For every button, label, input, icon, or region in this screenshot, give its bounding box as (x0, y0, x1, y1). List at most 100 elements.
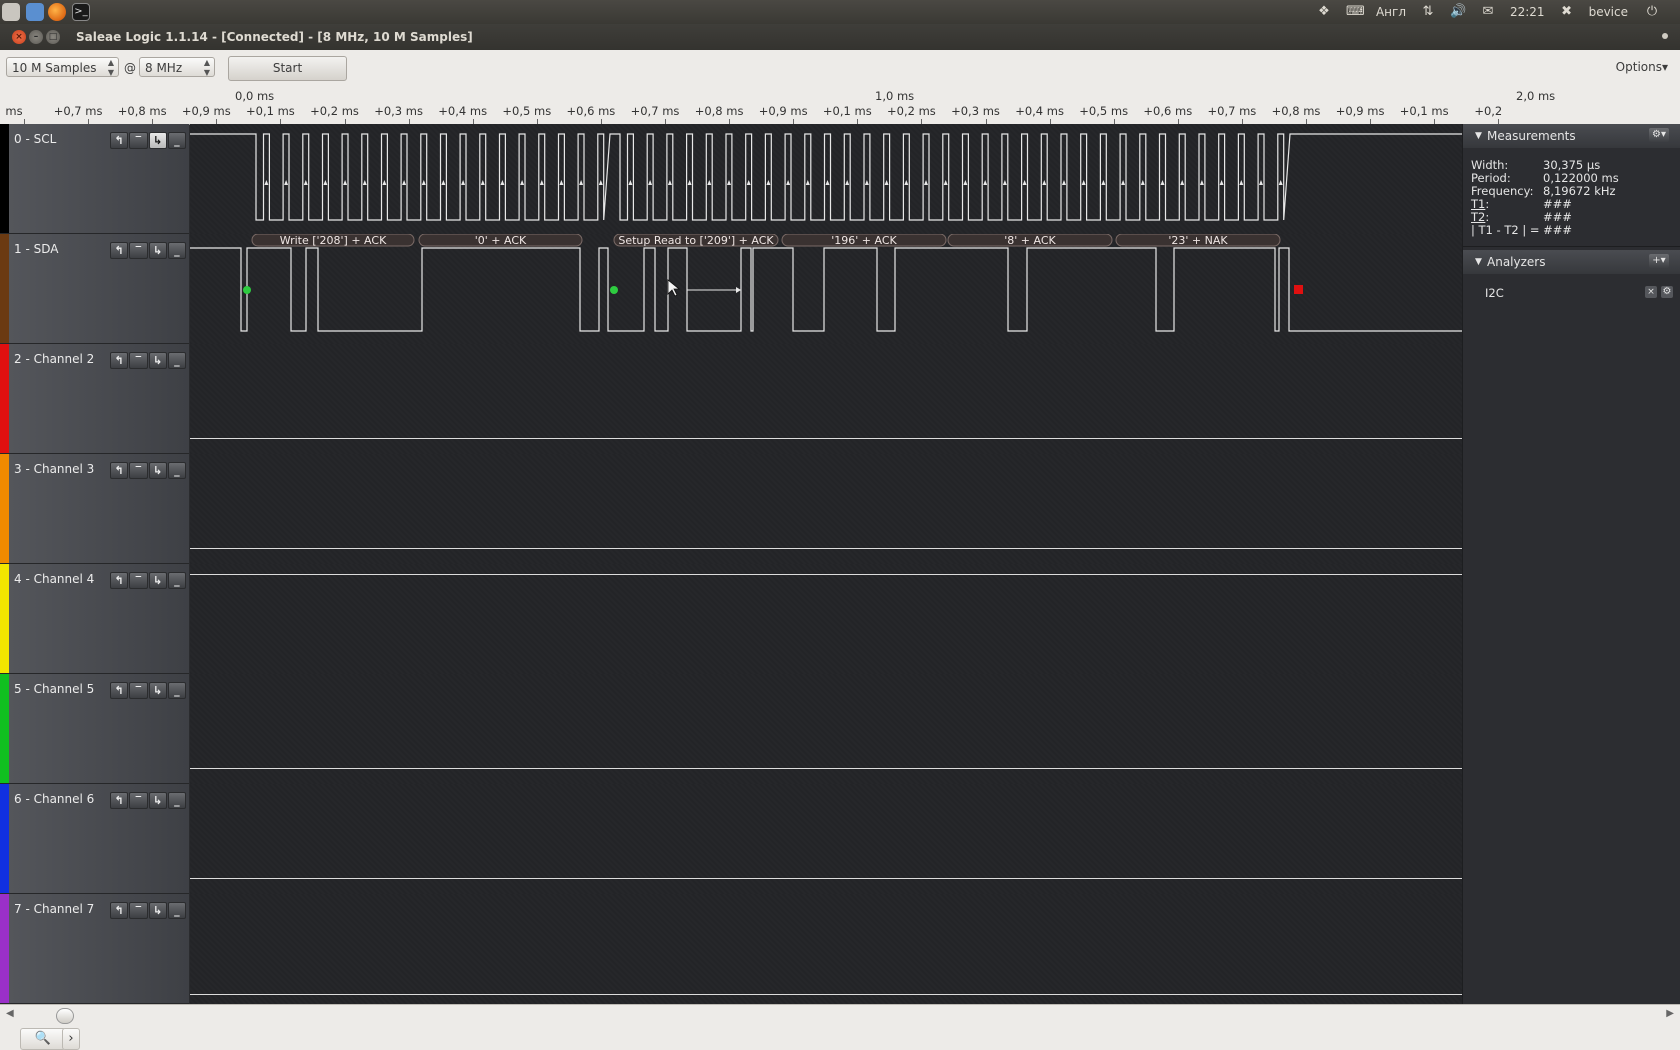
waveform-channel-2[interactable] (190, 344, 1462, 455)
trigger-rising-button[interactable]: ↰ (110, 242, 129, 259)
ruler-tick-label: +0,7 ms (53, 104, 103, 118)
trigger-rising-button[interactable]: ↰ (110, 352, 129, 369)
t1-link[interactable]: T1 (1471, 197, 1485, 211)
trigger-high-button[interactable]: ‾ (129, 132, 148, 149)
analyzer-i2c-label[interactable]: I2C (1485, 286, 1504, 300)
waveform-scl[interactable] (190, 124, 1462, 235)
volume-icon[interactable]: 🔊 (1450, 5, 1466, 19)
trigger-rising-button[interactable]: ↰ (110, 132, 129, 149)
clock-sample-marker (628, 180, 633, 185)
trigger-rising-button[interactable]: ↰ (110, 902, 129, 919)
clock-sample-marker (727, 180, 731, 185)
trigger-rising-button[interactable]: ↰ (110, 462, 129, 479)
channel-label[interactable]: 7 - Channel 7 ↰ ‾ ↳ _ (0, 894, 189, 1004)
user-name[interactable]: bevice (1589, 5, 1628, 19)
measurements-header[interactable]: ▼ Measurements ⚙▾ (1463, 124, 1680, 148)
trigger-low-button[interactable]: _ (167, 902, 186, 919)
start-button[interactable]: Start (228, 56, 347, 81)
terminal-icon[interactable]: >_ (72, 3, 90, 21)
gear-icon[interactable]: ⚙ (1661, 286, 1673, 298)
channel-label[interactable]: 5 - Channel 5 ↰ ‾ ↳ _ (0, 674, 189, 784)
trigger-low-button[interactable]: _ (167, 462, 186, 479)
trigger-falling-button[interactable]: ↳ (148, 572, 167, 589)
trigger-high-button[interactable]: ‾ (129, 682, 148, 699)
ruler-major-label: 0,0 ms (235, 89, 275, 103)
waveform-channel-7[interactable] (190, 894, 1462, 1005)
trigger-low-button[interactable]: _ (167, 792, 186, 809)
dropbox-icon[interactable]: ❖ (1316, 5, 1332, 19)
firefox-icon[interactable] (48, 3, 66, 21)
scroll-thumb[interactable] (56, 1008, 74, 1024)
network-icon[interactable]: ⇅ (1420, 5, 1436, 19)
trigger-low-button[interactable]: _ (167, 132, 186, 149)
clock-sample-marker (382, 180, 387, 185)
analyzers-header[interactable]: ▼ Analyzers +▾ (1463, 250, 1680, 274)
trigger-high-button[interactable]: ‾ (129, 462, 148, 479)
trigger-falling-button[interactable]: ↳ (148, 462, 167, 479)
trigger-high-button[interactable]: ‾ (129, 902, 148, 919)
close-icon[interactable]: × (12, 30, 26, 44)
trigger-high-button[interactable]: ‾ (129, 792, 148, 809)
ruler-tick-label: +0,9 ms (181, 104, 231, 118)
trigger-high-button[interactable]: ‾ (129, 572, 148, 589)
time-ruler[interactable]: 0,0 ms 1,0 ms 2,0 ms ms +0,7 ms +0,8 ms +0,… (0, 86, 1680, 125)
channel-label[interactable]: 1 - SDA ↰ ‾ ↳ _ (0, 234, 189, 344)
channel-label[interactable]: 3 - Channel 3 ↰ ‾ ↳ _ (0, 454, 189, 564)
minimize-icon[interactable]: – (29, 30, 43, 44)
add-analyzer-icon[interactable]: +▾ (1649, 254, 1669, 268)
trigger-falling-button[interactable]: ↳ (148, 792, 167, 809)
clock-sample-marker (864, 180, 869, 185)
clock[interactable]: 22:21 (1510, 5, 1545, 19)
trigger-rising-button[interactable]: ↰ (110, 572, 129, 589)
scroll-left-icon[interactable]: ◀ (6, 1008, 14, 1019)
channel-label[interactable]: 6 - Channel 6 ↰ ‾ ↳ _ (0, 784, 189, 894)
channel-label[interactable]: 0 - SCL ↰ ‾ ↳ _ (0, 124, 189, 234)
trigger-low-button[interactable]: _ (167, 572, 186, 589)
clock-sample-marker (284, 180, 289, 185)
trigger-falling-button[interactable]: ↳ (148, 682, 167, 699)
t2-link[interactable]: T2 (1471, 210, 1485, 224)
gear-icon[interactable]: ⚙▾ (1649, 128, 1669, 142)
trigger-rising-button[interactable]: ↰ (110, 682, 129, 699)
options-menu[interactable]: Options▾ (1616, 60, 1668, 74)
trigger-high-button[interactable]: ‾ (129, 352, 148, 369)
files-icon[interactable] (26, 3, 44, 21)
trigger-falling-button[interactable]: ↳ (148, 352, 167, 369)
trigger-rising-button[interactable]: ↰ (110, 792, 129, 809)
measurement-width: Width: 30,375 µs (1471, 158, 1600, 172)
trigger-low-button[interactable]: _ (167, 242, 186, 259)
channel-label[interactable]: 2 - Channel 2 ↰ ‾ ↳ _ (0, 344, 189, 454)
power-icon[interactable]: ⏻ (1644, 5, 1660, 19)
waveform-channel-4[interactable] (190, 564, 1462, 675)
waveform-channel-6[interactable] (190, 784, 1462, 895)
chevron-right-icon[interactable]: › (62, 1028, 80, 1050)
rate-select[interactable]: 8 MHz ▲ ▼ (139, 57, 215, 77)
trigger-falling-button[interactable]: ↳ (148, 902, 167, 919)
clock-sample-marker (441, 180, 446, 185)
close-icon[interactable]: × (1645, 286, 1657, 298)
trigger-falling-button[interactable]: ↳ (148, 242, 167, 259)
user-status-icon[interactable]: ✖ (1559, 5, 1575, 19)
signal-line (190, 574, 1462, 575)
trigger-high-button[interactable]: ‾ (129, 242, 148, 259)
horizontal-scrollbar[interactable]: ◀ ▶ (0, 1004, 1680, 1027)
samples-select[interactable]: 10 M Samples ▲ ▼ (6, 57, 119, 77)
waveform-sda[interactable]: Write ['208'] + ACK '0' + ACK Setup Read t… (190, 233, 1462, 345)
measurement-value: ### (1543, 210, 1572, 224)
trigger-low-button[interactable]: _ (167, 352, 186, 369)
channel-label[interactable]: 4 - Channel 4 ↰ ‾ ↳ _ (0, 564, 189, 674)
waveform-channel-5[interactable] (190, 674, 1462, 785)
maximize-icon[interactable]: □ (46, 30, 60, 44)
ruler-tick-label: +0,7 ms (630, 104, 680, 118)
keyboard-icon[interactable]: ⌨ (1346, 5, 1365, 19)
waveform-channel-3[interactable] (190, 454, 1462, 565)
settings-icon[interactable] (2, 3, 20, 21)
signal-line (190, 548, 1462, 549)
scroll-right-icon[interactable]: ▶ (1666, 1008, 1674, 1019)
trigger-low-button[interactable]: _ (167, 682, 186, 699)
clock-sample-marker (1101, 180, 1106, 185)
search-icon[interactable]: 🔍 (20, 1028, 66, 1050)
mail-icon[interactable]: ✉ (1480, 5, 1496, 19)
keyboard-layout[interactable]: Англ (1376, 5, 1406, 19)
trigger-falling-button[interactable]: ↳ (148, 132, 167, 149)
